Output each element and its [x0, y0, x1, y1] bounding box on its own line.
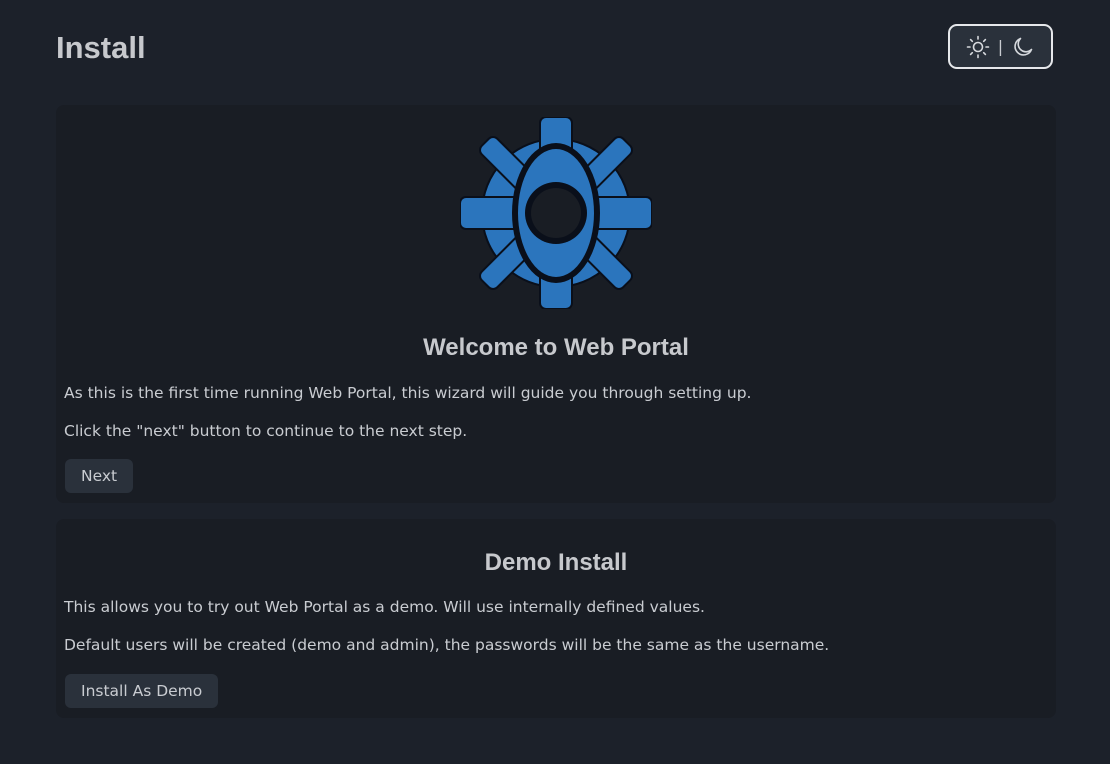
- install-as-demo-button[interactable]: Install As Demo: [65, 674, 219, 708]
- theme-separator: |: [997, 36, 1004, 56]
- gear-logo-icon: [460, 117, 652, 309]
- demo-install-card: Demo Install This allows you to try out …: [56, 519, 1056, 718]
- welcome-card: Welcome to Web Portal As this is the fir…: [56, 105, 1056, 503]
- demo-description-text: This allows you to try out Web Portal as…: [64, 598, 705, 616]
- page-title: Install: [56, 30, 146, 65]
- demo-users-text: Default users will be created (demo and …: [64, 636, 830, 654]
- next-button[interactable]: Next: [65, 459, 134, 493]
- welcome-intro-text: As this is the first time running Web Po…: [64, 384, 752, 402]
- welcome-next-hint-text: Click the "next" button to continue to t…: [64, 422, 468, 440]
- welcome-title: Welcome to Web Portal: [423, 334, 689, 361]
- moon-icon[interactable]: [1011, 35, 1035, 59]
- demo-install-title: Demo Install: [484, 549, 628, 576]
- sun-icon[interactable]: [966, 35, 990, 59]
- theme-toggle-button[interactable]: |: [948, 24, 1053, 69]
